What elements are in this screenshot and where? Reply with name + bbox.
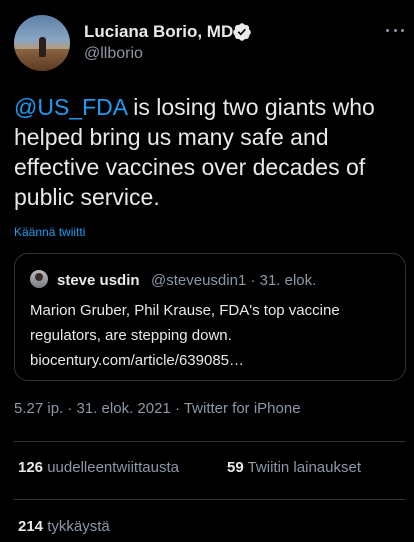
quote-line: biocentury.com/article/639085… (30, 352, 244, 369)
likes-count: 214 (18, 518, 44, 535)
tweet-text: @US_FDA is losing two giants who helped … (14, 92, 406, 212)
quote-author-name: steve usdin (57, 272, 140, 289)
quote-avatar (30, 270, 48, 288)
retweets-stat[interactable]: 126 uudelleentwiittausta (18, 459, 179, 476)
retweets-count: 126 (18, 459, 44, 476)
quotes-stat[interactable]: 59 Twiitin lainaukset (227, 459, 361, 476)
quoted-tweet[interactable]: steve usdin @steveusdin1 · 31. elok. Mar… (14, 253, 406, 381)
author-name[interactable]: Luciana Borio, MD (84, 22, 233, 42)
avatar-figure (39, 37, 46, 57)
verified-icon (233, 23, 251, 41)
more-dot (393, 28, 397, 32)
retweets-label: uudelleentwiittausta (47, 459, 179, 476)
tweet-detail: Luciana Borio, MD @llborio @US_FDA is lo… (0, 0, 414, 542)
author-handle[interactable]: @llborio (84, 45, 143, 63)
more-dot (401, 28, 404, 32)
quote-meta: @steveusdin1 · 31. elok. (151, 272, 317, 289)
quotes-label: Twiitin lainaukset (247, 459, 361, 476)
more-dot (386, 28, 389, 32)
quote-line: regulators, are stepping down. (30, 327, 232, 344)
divider (14, 499, 406, 500)
likes-label: tykkäystä (47, 518, 110, 535)
quote-text: Marion Gruber, Phil Krause, FDA's top va… (30, 298, 390, 373)
tweet-timestamp[interactable]: 5.27 ip. · 31. elok. 2021 · Twitter for … (14, 400, 301, 417)
divider (14, 441, 406, 442)
author-avatar[interactable] (14, 15, 70, 71)
quote-line: Marion Gruber, Phil Krause, FDA's top va… (30, 302, 340, 319)
translate-link[interactable]: Käännä twiitti (14, 225, 85, 239)
more-icon[interactable] (386, 24, 404, 36)
likes-stat[interactable]: 214 tykkäystä (18, 518, 110, 535)
quotes-count: 59 (227, 459, 244, 476)
mention-link[interactable]: @US_FDA (14, 94, 127, 120)
